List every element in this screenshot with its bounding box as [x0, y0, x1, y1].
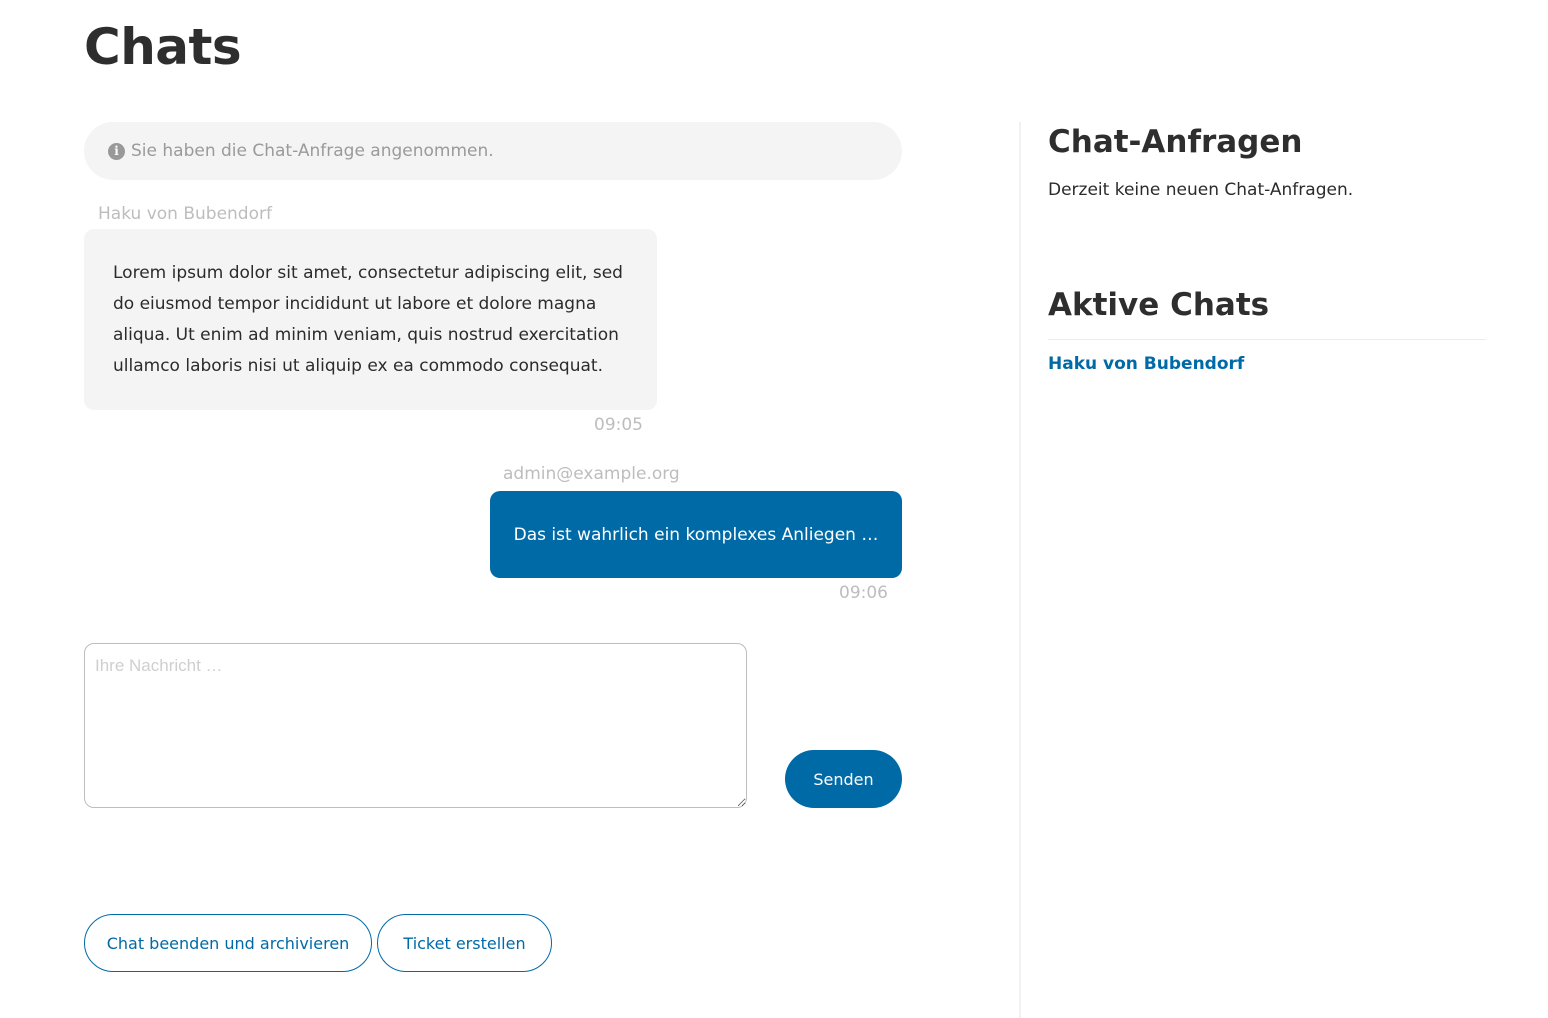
create-ticket-button[interactable]: Ticket erstellen: [377, 914, 552, 972]
chat-requests-empty-text: Derzeit keine neuen Chat-Anfragen.: [1048, 180, 1354, 200]
notice-text: Sie haben die Chat-Anfrage angenommen.: [131, 141, 494, 161]
chat-requests-heading: Chat-Anfragen: [1048, 124, 1303, 160]
chats-page: Chats i Sie haben die Chat-Anfrage angen…: [0, 0, 1548, 1018]
active-chats-divider: [1048, 339, 1486, 340]
info-icon: i: [108, 142, 125, 160]
message-bubble-incoming: Lorem ipsum dolor sit amet, consectetur …: [84, 229, 657, 410]
message-timestamp: 09:05: [594, 415, 643, 435]
active-chats-heading: Aktive Chats: [1048, 287, 1270, 323]
send-button[interactable]: Senden: [785, 750, 902, 808]
chat-accepted-notice: i Sie haben die Chat-Anfrage angenommen.: [84, 122, 902, 180]
end-and-archive-chat-button[interactable]: Chat beenden und archivieren: [84, 914, 372, 972]
page-title: Chats: [84, 18, 242, 76]
message-bubble-outgoing: Das ist wahrlich ein komplexes Anliegen …: [490, 491, 902, 578]
message-input[interactable]: [84, 643, 747, 808]
message-sender: Haku von Bubendorf: [98, 204, 272, 224]
message-sender: admin@example.org: [503, 464, 680, 484]
sidebar-divider: [1019, 122, 1021, 1018]
active-chat-link[interactable]: Haku von Bubendorf: [1048, 354, 1244, 374]
message-timestamp: 09:06: [839, 583, 888, 603]
